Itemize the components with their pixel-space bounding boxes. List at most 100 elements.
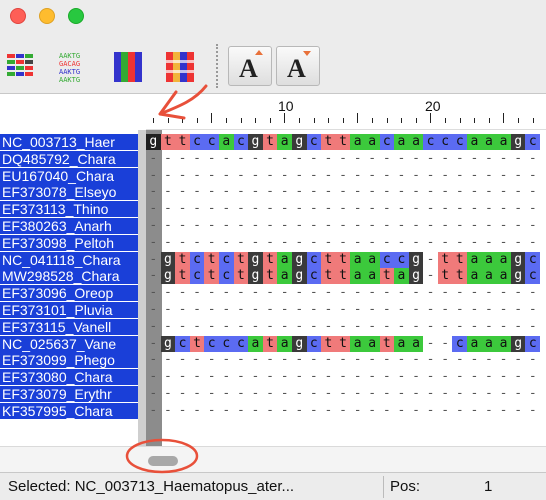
gap-cell[interactable]: - bbox=[292, 319, 307, 335]
scrollbar-thumb[interactable] bbox=[148, 456, 178, 466]
base-cell-c[interactable]: c bbox=[394, 251, 409, 268]
gap-cell[interactable]: - bbox=[248, 319, 263, 335]
base-cell-t[interactable]: t bbox=[262, 335, 278, 352]
gap-cell[interactable]: - bbox=[234, 201, 249, 217]
gap-cell[interactable]: - bbox=[365, 235, 380, 251]
gap-cell[interactable]: - bbox=[292, 352, 307, 368]
gap-cell[interactable]: - bbox=[277, 403, 292, 419]
gap-cell[interactable]: - bbox=[146, 285, 161, 301]
gap-cell[interactable]: - bbox=[467, 369, 482, 385]
gap-cell[interactable]: - bbox=[336, 302, 351, 318]
gap-cell[interactable]: - bbox=[175, 403, 190, 419]
gap-cell[interactable]: - bbox=[248, 151, 263, 167]
gap-cell[interactable]: - bbox=[175, 386, 190, 402]
gap-cell[interactable]: - bbox=[350, 235, 365, 251]
gap-cell[interactable]: - bbox=[277, 302, 292, 318]
base-cell-c[interactable]: c bbox=[379, 134, 395, 150]
base-cell-a[interactable]: a bbox=[481, 268, 497, 285]
base-cell-a[interactable]: a bbox=[481, 251, 497, 268]
gap-cell[interactable]: - bbox=[394, 218, 409, 234]
gap-cell[interactable]: - bbox=[496, 352, 511, 368]
gap-cell[interactable]: - bbox=[467, 218, 482, 234]
gap-cell[interactable]: - bbox=[496, 403, 511, 419]
gap-cell[interactable]: - bbox=[175, 285, 190, 301]
gap-cell[interactable]: - bbox=[175, 352, 190, 368]
gap-cell[interactable]: - bbox=[292, 302, 307, 318]
gap-cell[interactable]: - bbox=[409, 386, 424, 402]
gap-cell[interactable]: - bbox=[219, 184, 234, 200]
base-cell-c[interactable]: c bbox=[525, 268, 541, 285]
gap-cell[interactable]: - bbox=[511, 151, 526, 167]
gap-cell[interactable]: - bbox=[452, 201, 467, 217]
base-cell-c[interactable]: c bbox=[306, 335, 322, 352]
gap-cell[interactable]: - bbox=[496, 369, 511, 385]
gap-cell[interactable]: - bbox=[452, 403, 467, 419]
gap-cell[interactable]: - bbox=[350, 319, 365, 335]
base-cell-c[interactable]: c bbox=[189, 134, 205, 150]
gap-cell[interactable]: - bbox=[321, 352, 336, 368]
sequence-name[interactable]: KF357995_Chara bbox=[0, 402, 138, 419]
gap-cell[interactable]: - bbox=[511, 352, 526, 368]
gap-cell[interactable]: - bbox=[438, 352, 453, 368]
gap-cell[interactable]: - bbox=[496, 151, 511, 167]
gap-cell[interactable]: - bbox=[190, 151, 205, 167]
gap-cell[interactable]: - bbox=[336, 151, 351, 167]
gap-cell[interactable]: - bbox=[336, 319, 351, 335]
base-cell-a[interactable]: a bbox=[408, 335, 424, 352]
sequence-row[interactable]: gttccacgtagcttaacaacccaaagc bbox=[146, 134, 541, 150]
minimize-window-button[interactable] bbox=[39, 8, 55, 24]
gap-cell[interactable]: - bbox=[496, 386, 511, 402]
sequence-row[interactable]: --------------------------- bbox=[146, 168, 540, 184]
sequence-name[interactable]: NC_025637_Vane bbox=[0, 335, 138, 352]
base-cell-c[interactable]: c bbox=[306, 268, 322, 285]
base-cell-g[interactable]: g bbox=[160, 268, 176, 285]
gap-cell[interactable]: - bbox=[292, 151, 307, 167]
gap-cell[interactable]: - bbox=[350, 184, 365, 200]
gap-cell[interactable]: - bbox=[204, 302, 219, 318]
gap-cell[interactable]: - bbox=[263, 168, 278, 184]
gap-cell[interactable]: - bbox=[321, 403, 336, 419]
gap-cell[interactable]: - bbox=[525, 184, 540, 200]
sequence-row[interactable]: --------------------------- bbox=[146, 403, 540, 419]
sequence-name[interactable]: EF373115_Vanell bbox=[0, 318, 138, 335]
gap-cell[interactable]: - bbox=[307, 168, 322, 184]
base-cell-c[interactable]: c bbox=[189, 251, 205, 268]
gap-cell[interactable]: - bbox=[423, 285, 438, 301]
gap-cell[interactable]: - bbox=[277, 386, 292, 402]
gap-cell[interactable]: - bbox=[467, 352, 482, 368]
gap-cell[interactable]: - bbox=[190, 319, 205, 335]
gap-cell[interactable]: - bbox=[146, 168, 161, 184]
gap-cell[interactable]: - bbox=[438, 369, 453, 385]
gap-cell[interactable]: - bbox=[336, 403, 351, 419]
gap-cell[interactable]: - bbox=[190, 285, 205, 301]
base-cell-t[interactable]: t bbox=[335, 134, 351, 150]
gap-cell[interactable]: - bbox=[409, 369, 424, 385]
base-cell-g[interactable]: g bbox=[510, 134, 526, 150]
gap-cell[interactable]: - bbox=[204, 218, 219, 234]
gap-cell[interactable]: - bbox=[161, 285, 176, 301]
gap-cell[interactable]: - bbox=[365, 352, 380, 368]
base-cell-t[interactable]: t bbox=[335, 335, 351, 352]
base-cell-a[interactable]: a bbox=[467, 268, 482, 285]
gap-cell[interactable]: - bbox=[219, 369, 234, 385]
gap-cell[interactable]: - bbox=[175, 168, 190, 184]
sequence-name[interactable]: DQ485792_Chara bbox=[0, 150, 138, 167]
gap-cell[interactable]: - bbox=[496, 218, 511, 234]
gap-cell[interactable]: - bbox=[482, 319, 497, 335]
gap-cell[interactable]: - bbox=[380, 184, 395, 200]
base-cell-g[interactable]: g bbox=[248, 134, 263, 150]
base-cell-a[interactable]: a bbox=[496, 268, 511, 285]
color-columns-view-button[interactable] bbox=[110, 46, 148, 86]
gap-cell[interactable]: - bbox=[219, 352, 234, 368]
gap-cell[interactable]: - bbox=[175, 235, 190, 251]
gap-cell[interactable]: - bbox=[248, 168, 263, 184]
gap-cell[interactable]: - bbox=[248, 386, 263, 402]
gap-cell[interactable]: - bbox=[365, 302, 380, 318]
gap-cell[interactable]: - bbox=[263, 403, 278, 419]
base-cell-a[interactable]: a bbox=[481, 134, 497, 150]
font-decrease-button[interactable]: A bbox=[276, 46, 320, 86]
sequence-row[interactable]: --------------------------- bbox=[146, 319, 540, 335]
gap-cell[interactable]: - bbox=[248, 218, 263, 234]
sequence-row[interactable]: -gtctctgtagcttaaccg-ttaaagc bbox=[146, 251, 541, 268]
horizontal-scrollbar[interactable] bbox=[0, 446, 546, 472]
